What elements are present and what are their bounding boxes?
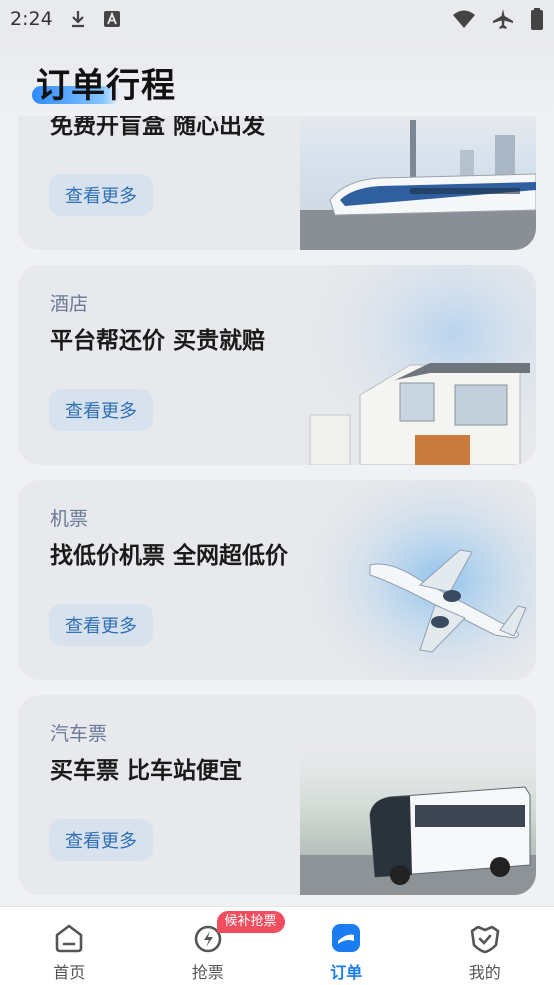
battery-icon	[530, 8, 544, 30]
nav-label-grab-ticket: 抢票	[192, 959, 224, 983]
order-icon	[329, 921, 363, 955]
waitlist-badge: 候补抢票	[217, 911, 285, 933]
nav-item-home[interactable]: 首页	[0, 907, 139, 985]
keyboard-a-icon	[103, 10, 121, 28]
airplane-illustration	[300, 480, 536, 680]
card-category: 机票	[50, 504, 88, 531]
page-title: 订单行程	[36, 58, 176, 107]
house-illustration	[300, 265, 536, 465]
card-slogan: 平台帮还价 买贵就赔	[50, 321, 265, 355]
card-slogan: 买车票 比车站便宜	[50, 751, 242, 785]
bottom-nav: 首页 抢票 候补抢票 订单 我的	[0, 906, 554, 985]
order-scroll-area[interactable]: 免费开盲盒 随心出发 查看更多 酒店 平台帮还价 买贵就赔 查看更多	[0, 0, 554, 906]
nav-label-orders: 订单	[330, 959, 362, 983]
card-flight[interactable]: 机票 找低价机票 全网超低价 查看更多	[18, 480, 536, 680]
status-time: 2:24	[10, 8, 53, 30]
profile-icon	[468, 921, 502, 955]
view-more-button[interactable]: 查看更多	[49, 389, 153, 431]
card-slogan: 找低价机票 全网超低价	[50, 536, 288, 570]
airplane-mode-icon	[492, 8, 514, 30]
nav-item-profile[interactable]: 我的	[416, 907, 554, 985]
card-category: 酒店	[50, 289, 88, 316]
card-hotel[interactable]: 酒店 平台帮还价 买贵就赔 查看更多	[18, 265, 536, 465]
view-more-button[interactable]: 查看更多	[49, 819, 153, 861]
status-bar: 2:24	[0, 0, 554, 38]
view-more-button[interactable]: 查看更多	[49, 604, 153, 646]
home-icon	[52, 921, 86, 955]
view-more-button[interactable]: 查看更多	[49, 174, 153, 216]
card-bus[interactable]: 汽车票 买车票 比车站便宜 查看更多	[18, 695, 536, 895]
card-category: 汽车票	[50, 719, 107, 746]
nav-item-grab-ticket[interactable]: 抢票 候补抢票	[139, 907, 278, 985]
nav-item-orders[interactable]: 订单	[277, 907, 416, 985]
wifi-icon	[452, 9, 476, 29]
nav-label-home: 首页	[53, 959, 85, 983]
nav-label-profile: 我的	[469, 959, 501, 983]
bus-illustration	[300, 695, 536, 895]
download-icon	[69, 9, 87, 29]
